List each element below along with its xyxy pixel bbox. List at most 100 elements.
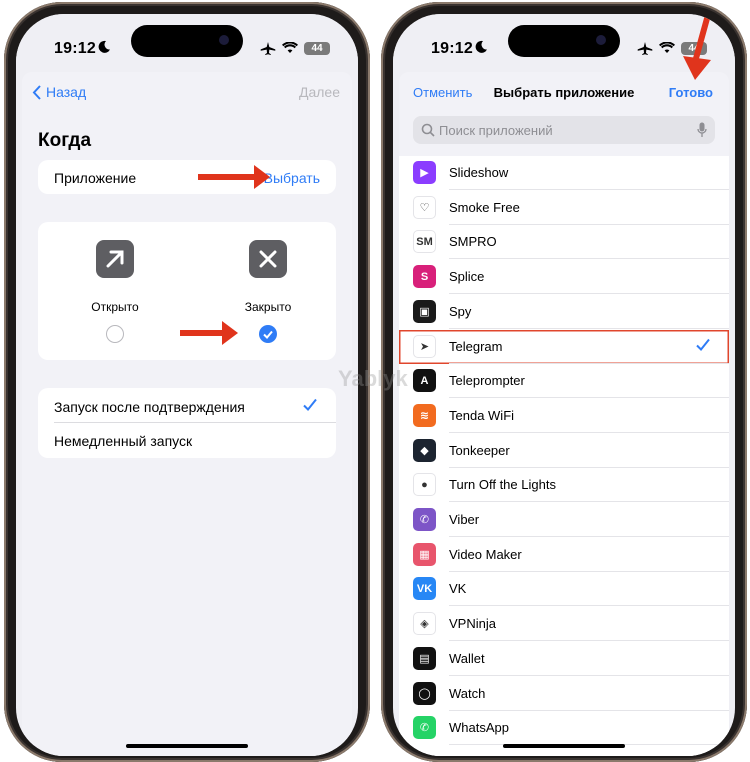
app-name: Teleprompter [449, 373, 525, 389]
opened-option-tile[interactable] [96, 240, 134, 278]
row-divider [54, 422, 336, 423]
moon-icon [475, 40, 487, 53]
search-icon [421, 123, 435, 137]
app-name: Splice [449, 269, 485, 285]
app-name: Video Maker [449, 546, 522, 562]
app-row-label: Приложение [54, 170, 137, 186]
app-icon: ✆ [413, 716, 436, 740]
app-name: Slideshow [449, 165, 509, 180]
app-list-item[interactable]: ● Turn Off the Lights [399, 468, 729, 503]
section-title: Когда [38, 130, 92, 151]
red-arrow-annotation-3 [683, 14, 712, 80]
app-list-item[interactable]: ✆ WhatsApp [399, 711, 729, 746]
back-button[interactable]: Назад [32, 84, 86, 100]
app-name: Viber [449, 512, 480, 527]
checkmark-icon [303, 398, 317, 411]
battery-indicator: 44 [304, 41, 330, 55]
app-picker-sheet: Отменить Выбрать приложение Готово Поиск… [399, 14, 729, 756]
microphone-icon[interactable] [697, 122, 707, 138]
app-name: Telegram [449, 338, 503, 354]
app-name: Tenda WiFi [449, 407, 515, 423]
app-icon: ▦ [413, 542, 436, 566]
app-list-item[interactable]: ▤ Wallet [399, 642, 729, 676]
checkmark-icon [263, 330, 273, 339]
launch-confirm-option[interactable]: Запуск после подтверждения [54, 399, 245, 415]
moon-icon [98, 40, 110, 53]
done-button[interactable]: Готово [669, 85, 713, 100]
app-name: WhatsApp [449, 720, 509, 736]
app-name: Turn Off the Lights [449, 477, 556, 493]
search-placeholder: Поиск приложений [439, 123, 553, 138]
app-list-item[interactable]: ▣ Spy [399, 295, 729, 329]
closed-option-label: Закрыто [244, 300, 292, 314]
arrow-up-right-icon [106, 250, 124, 268]
app-list-item[interactable]: ➤ Telegram [399, 330, 729, 364]
app-icon: ● [413, 473, 436, 497]
app-list-item[interactable]: ◆ Tonkeeper [399, 434, 729, 468]
app-icon: ≋ [413, 403, 436, 427]
wifi-icon [282, 42, 298, 53]
app-icon: ◯ [413, 681, 436, 705]
home-indicator [126, 744, 248, 748]
app-list: ▶ Slideshow ♡ Smoke Free SM SMPRO S Splice ▣ Spy ➤… [399, 156, 729, 756]
app-row[interactable]: Приложение Выбрать [38, 160, 336, 194]
red-arrow-annotation-2 [180, 321, 238, 345]
dynamic-island [508, 25, 620, 57]
app-list-item[interactable]: ✆ Viber [399, 503, 729, 537]
app-icon: ✆ [413, 508, 436, 531]
app-icon: ▣ [413, 299, 436, 323]
app-list-item[interactable]: ≋ Tenda WiFi [399, 399, 729, 433]
app-name: Wallet [449, 650, 485, 666]
left-phone-frame: 19:12 44 Назад Далее Когда Приложение Вы… [4, 2, 370, 762]
watermark: Yablyk [338, 366, 408, 391]
right-screen: 19:12 44 Отменить Выбрать приложение Гот… [393, 14, 735, 756]
airplane-icon [260, 41, 276, 55]
choose-app-button[interactable]: Выбрать [264, 170, 320, 186]
right-phone-frame: 19:12 44 Отменить Выбрать приложение Гот… [381, 2, 747, 762]
airplane-icon [637, 41, 653, 55]
chevron-left-icon [32, 84, 41, 100]
app-icon: VK [413, 577, 436, 601]
back-label: Назад [46, 84, 87, 100]
closed-option-tile[interactable] [249, 240, 287, 278]
app-icon: ➤ [413, 334, 436, 358]
status-bar: 19:12 44 [16, 14, 358, 74]
app-list-item[interactable]: ▦ Video Maker [399, 538, 729, 572]
left-screen: 19:12 44 Назад Далее Когда Приложение Вы… [16, 14, 358, 756]
app-list-item[interactable]: S Splice [399, 260, 729, 295]
opened-radio[interactable] [106, 325, 124, 343]
app-icon: ▶ [413, 161, 436, 184]
search-input[interactable]: Поиск приложений [413, 116, 715, 144]
app-name: Spy [449, 303, 472, 319]
app-list-item[interactable]: SM SMPRO [399, 225, 729, 260]
automation-sheet: Назад Далее Когда Приложение Выбрать Отк… [22, 72, 352, 756]
launch-immediate-option[interactable]: Немедленный запуск [54, 433, 192, 449]
app-icon: ▤ [413, 646, 436, 670]
app-list-item[interactable]: ▶ Slideshow [399, 156, 729, 190]
app-icon: ◈ [413, 612, 436, 636]
status-time: 19:12 [431, 40, 473, 57]
home-indicator [503, 744, 625, 748]
close-x-icon [259, 250, 277, 268]
app-icon: A [413, 369, 436, 393]
status-time: 19:12 [54, 40, 96, 57]
opened-option-label: Открыто [91, 300, 139, 314]
app-list-item[interactable]: ♡ Smoke Free [399, 191, 729, 225]
next-button[interactable]: Далее [299, 84, 340, 100]
state-options-card: Открыто Закрыто [38, 222, 336, 360]
app-icon: SM [413, 230, 436, 254]
app-name: SMPRO [449, 234, 497, 250]
red-arrow-annotation [198, 165, 270, 189]
app-icon: ◆ [413, 438, 436, 462]
app-name: Tonkeeper [449, 442, 510, 458]
app-name: Smoke Free [449, 199, 520, 215]
dynamic-island [131, 25, 243, 57]
app-icon: ♡ [413, 195, 436, 219]
app-name: VPNinja [449, 616, 496, 632]
wifi-icon [659, 42, 675, 53]
app-list-item[interactable]: ◈ VPNinja [399, 607, 729, 642]
app-list-item[interactable]: ◯ Watch [399, 677, 729, 711]
app-list-item[interactable]: A Teleprompter [399, 364, 729, 399]
app-list-item[interactable]: VK VK [399, 572, 729, 607]
closed-radio-selected[interactable] [259, 325, 277, 343]
